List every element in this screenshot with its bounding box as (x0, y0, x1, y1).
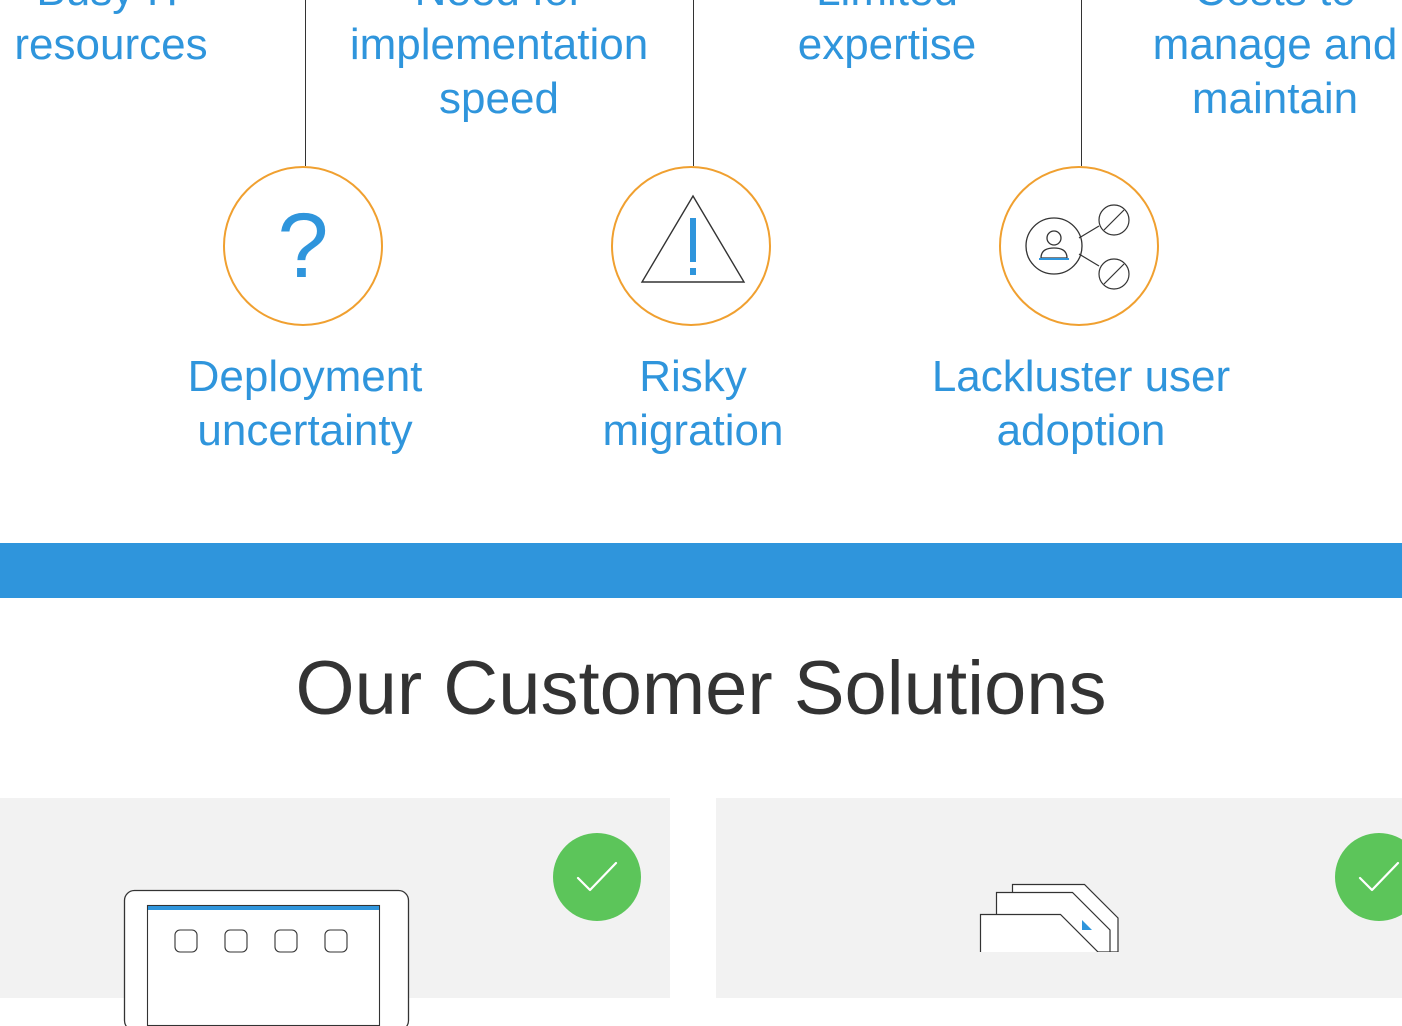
checkmark-icon (1335, 833, 1402, 921)
challenge-icon-circle (611, 166, 771, 326)
challenge-icon-circle: ? (223, 166, 383, 326)
challenge-label-user-adoption: Lackluster user adoption (891, 350, 1271, 458)
connector-line (305, 0, 306, 166)
solution-card (0, 798, 670, 998)
section-title: Our Customer Solutions (0, 644, 1402, 734)
stacked-documents-icon (978, 882, 1178, 952)
solution-card (716, 798, 1402, 998)
checkmark-icon (553, 833, 641, 921)
tablet-dashboard-icon (120, 886, 420, 1026)
connector-line (1081, 0, 1082, 166)
challenge-label-deployment-uncertainty: Deployment uncertainty (115, 350, 495, 458)
challenge-label-implementation-speed: Need for implementation speed (309, 0, 689, 126)
connector-line (693, 0, 694, 166)
user-share-blocked-icon (1001, 168, 1161, 328)
challenge-icon-circle (999, 166, 1159, 326)
challenge-label-costs-to-maintain: Costs to manage and maintain (1085, 0, 1402, 126)
challenge-label-risky-migration: Risky migration (503, 350, 883, 458)
challenge-label-limited-expertise: Limited expertise (697, 0, 1077, 72)
warning-triangle-icon (613, 168, 773, 328)
challenge-label-busy-it-resources: Busy IT resources (0, 0, 301, 72)
question-mark-icon: ? (225, 168, 381, 324)
section-divider-banner (0, 543, 1402, 598)
